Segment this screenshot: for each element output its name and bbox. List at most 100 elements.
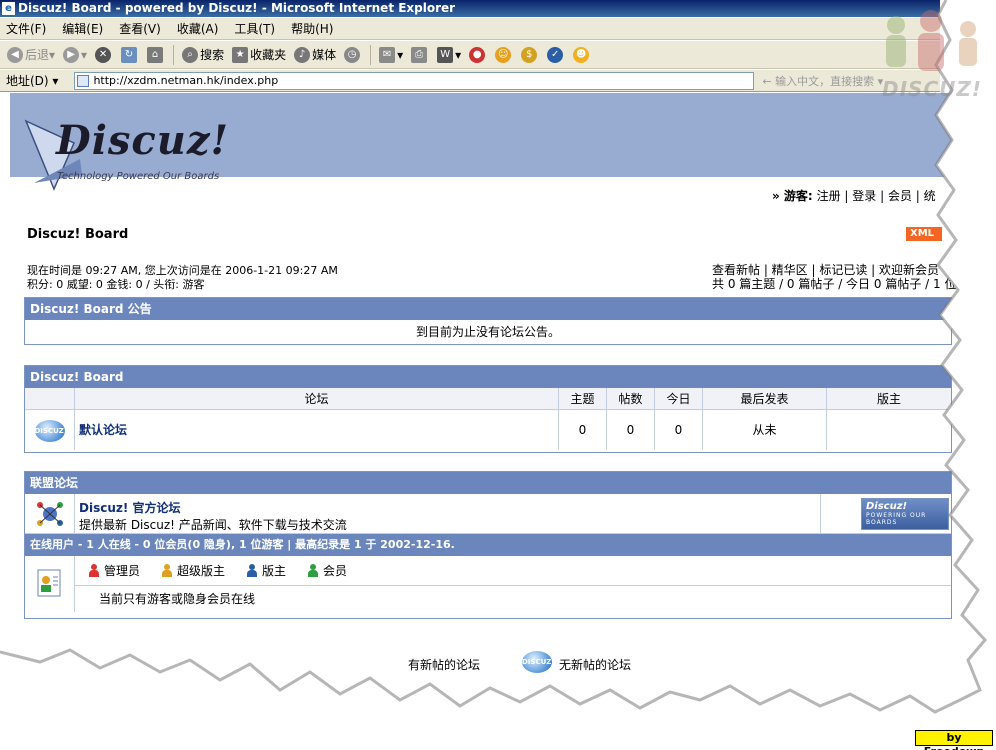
online-icon-cell bbox=[25, 556, 75, 612]
menu-file[interactable]: 文件(F) bbox=[6, 20, 46, 37]
forum-link[interactable]: 默认论坛 bbox=[79, 423, 127, 437]
league-banner[interactable]: Discuz! POWERING OUR BOARDS bbox=[861, 498, 949, 530]
user-points: 积分: 0 威望: 0 金钱: 0 / 头衔: 游客 bbox=[27, 278, 205, 291]
legend-super-moderator-label: 超级版主 bbox=[177, 564, 226, 578]
discuz-logo[interactable]: Discuz! Technology Powered Our Boards bbox=[24, 113, 234, 193]
guest-label: » 游客: bbox=[772, 189, 813, 203]
stop-button[interactable]: ✕ bbox=[92, 44, 116, 66]
super-moderator-user-icon bbox=[162, 564, 173, 577]
address-bar: 地址(D) ▾ http://xzdm.netman.hk/index.php … bbox=[0, 70, 940, 92]
stop-icon: ✕ bbox=[95, 46, 112, 63]
moneybag-icon: $ bbox=[521, 46, 538, 63]
board-totals: 共 0 篇主题 / 0 篇帖子 / 今日 0 篇帖子 / 1 位 bbox=[712, 277, 957, 291]
addon-button-3[interactable]: $ bbox=[518, 44, 542, 66]
league-header: 联盟论坛 bbox=[25, 472, 951, 494]
ie-icon: e bbox=[2, 2, 15, 15]
refresh-button[interactable]: ↻ bbox=[118, 44, 142, 66]
url-input[interactable]: http://xzdm.netman.hk/index.php bbox=[74, 71, 755, 90]
address-search-hint[interactable]: ← 输入中文，直接搜索 ▾ bbox=[762, 73, 883, 89]
register-link[interactable]: 注册 bbox=[817, 189, 841, 203]
col-last-post: 最后发表 bbox=[703, 388, 827, 409]
search-icon: ⌕ bbox=[182, 46, 199, 63]
online-users-icon bbox=[37, 569, 61, 597]
stats-link[interactable]: 统 bbox=[924, 189, 936, 203]
col-forum: 论坛 bbox=[75, 388, 559, 409]
menu-tools[interactable]: 工具(T) bbox=[234, 20, 275, 37]
xml-feed-button[interactable]: XML bbox=[906, 227, 942, 241]
home-button[interactable]: ⌂ bbox=[144, 44, 168, 66]
wink-icon: ☻ bbox=[573, 46, 590, 63]
announcement-header: Discuz! Board 公告 bbox=[25, 298, 951, 320]
user-links: » 游客: 注册 | 登录 | 会员 | 统 bbox=[772, 189, 936, 203]
home-icon: ⌂ bbox=[147, 46, 164, 63]
address-label-text: 地址(D) bbox=[6, 74, 49, 88]
moderator-user-icon bbox=[247, 564, 258, 577]
legend-admin: 管理员 bbox=[89, 562, 140, 579]
legend-new-posts: 有新帖的论坛 bbox=[408, 658, 481, 672]
online-header[interactable]: 在线用户 - 1 人在线 - 0 位会员(0 隐身), 1 位游客 | 最高纪录… bbox=[25, 534, 951, 556]
menu-favorites[interactable]: 收藏(A) bbox=[177, 20, 219, 37]
members-link[interactable]: 会员 bbox=[888, 189, 912, 203]
addon-button-4[interactable]: ✓ bbox=[544, 44, 568, 66]
media-icon: ♪ bbox=[294, 46, 311, 63]
online-legend: 管理员 超级版主 版主 会员 bbox=[75, 556, 951, 586]
page-icon bbox=[77, 74, 90, 87]
history-button[interactable]: ◷ bbox=[341, 44, 365, 66]
announcement-body: 到目前为止没有论坛公告。 bbox=[415, 325, 560, 339]
announcement-panel: Discuz! Board 公告 到目前为止没有论坛公告。 bbox=[24, 297, 952, 345]
refresh-icon: ↻ bbox=[121, 46, 138, 63]
toolbar-separator bbox=[370, 44, 372, 65]
legend-no-new-icon: DISCUZ! bbox=[522, 651, 555, 673]
media-label: 媒体 bbox=[312, 48, 337, 62]
mail-icon: ✉ bbox=[379, 46, 396, 63]
logo-tagline: Technology Powered Our Boards bbox=[57, 171, 220, 182]
history-icon: ◷ bbox=[344, 46, 361, 63]
menu-edit[interactable]: 编辑(E) bbox=[62, 20, 103, 37]
member-user-icon bbox=[308, 564, 319, 577]
online-row: 管理员 超级版主 版主 会员 当前只有游客或隐身会员在线 bbox=[25, 556, 951, 612]
legend-moderator-label: 版主 bbox=[262, 564, 287, 578]
network-icon bbox=[37, 502, 63, 526]
forum-topics: 0 bbox=[559, 410, 607, 450]
menu-help[interactable]: 帮助(H) bbox=[291, 20, 333, 37]
legend-member-label: 会员 bbox=[323, 564, 348, 578]
addon-button-2[interactable]: ☺ bbox=[492, 44, 516, 66]
forum-last-post: 从未 bbox=[703, 410, 827, 450]
media-button[interactable]: ♪ 媒体 bbox=[291, 44, 339, 66]
table-row: DISCUZ! 默认论坛 0 0 0 从未 bbox=[25, 410, 951, 450]
login-link[interactable]: 登录 bbox=[852, 189, 876, 203]
menu-view[interactable]: 查看(V) bbox=[119, 20, 161, 37]
address-label: 地址(D) ▾ bbox=[6, 74, 59, 88]
forward-arrow-icon: ▶ bbox=[63, 46, 80, 63]
back-button[interactable]: ◀ 后退 ▾ bbox=[4, 44, 58, 66]
legend-no-new-posts: 无新帖的论坛 bbox=[559, 658, 632, 672]
mail-button[interactable]: ✉ ▾ bbox=[376, 44, 406, 66]
search-button[interactable]: ⌕ 搜索 bbox=[179, 44, 227, 66]
league-panel: 联盟论坛 Discuz! 官方论坛 提供最新 Discuz! 产品新闻、软件下载… bbox=[24, 471, 952, 619]
shield-icon: ● bbox=[469, 46, 486, 63]
online-note: 当前只有游客或隐身会员在线 bbox=[99, 592, 256, 606]
favorites-label: 收藏夹 bbox=[250, 48, 287, 62]
print-button[interactable]: ⎙ bbox=[408, 44, 432, 66]
legend-super-moderator: 超级版主 bbox=[162, 562, 225, 579]
smiley-icon: ☺ bbox=[495, 46, 512, 63]
url-text: http://xzdm.netman.hk/index.php bbox=[93, 74, 279, 87]
admin-user-icon bbox=[89, 564, 99, 577]
forum-table-header: 论坛 主题 帖数 今日 最后发表 版主 bbox=[25, 388, 951, 410]
addon-button-1[interactable]: ● bbox=[466, 44, 490, 66]
legend-member: 会员 bbox=[308, 562, 347, 579]
byline-badge: by Freedown bbox=[915, 730, 993, 750]
league-title-link[interactable]: Discuz! 官方论坛 bbox=[79, 499, 816, 516]
addon-button-5[interactable]: ☻ bbox=[570, 44, 594, 66]
back-arrow-icon: ◀ bbox=[7, 46, 23, 63]
logo-word: Discuz! bbox=[56, 117, 230, 164]
forward-button[interactable]: ▶ ▾ bbox=[60, 44, 90, 66]
edit-button[interactable]: W ▾ bbox=[434, 44, 464, 66]
page-content: Discuz! Technology Powered Our Boards » … bbox=[0, 93, 956, 733]
league-banner-cell: Discuz! POWERING OUR BOARDS bbox=[821, 494, 951, 533]
window-title: Discuz! Board - powered by Discuz! - Mic… bbox=[18, 1, 456, 15]
forum-today: 0 bbox=[655, 410, 703, 450]
list-item: Discuz! 官方论坛 提供最新 Discuz! 产品新闻、软件下载与技术交流… bbox=[25, 494, 951, 534]
favorites-button[interactable]: ★ 收藏夹 bbox=[229, 44, 289, 66]
people-watermark-icon bbox=[886, 10, 977, 71]
